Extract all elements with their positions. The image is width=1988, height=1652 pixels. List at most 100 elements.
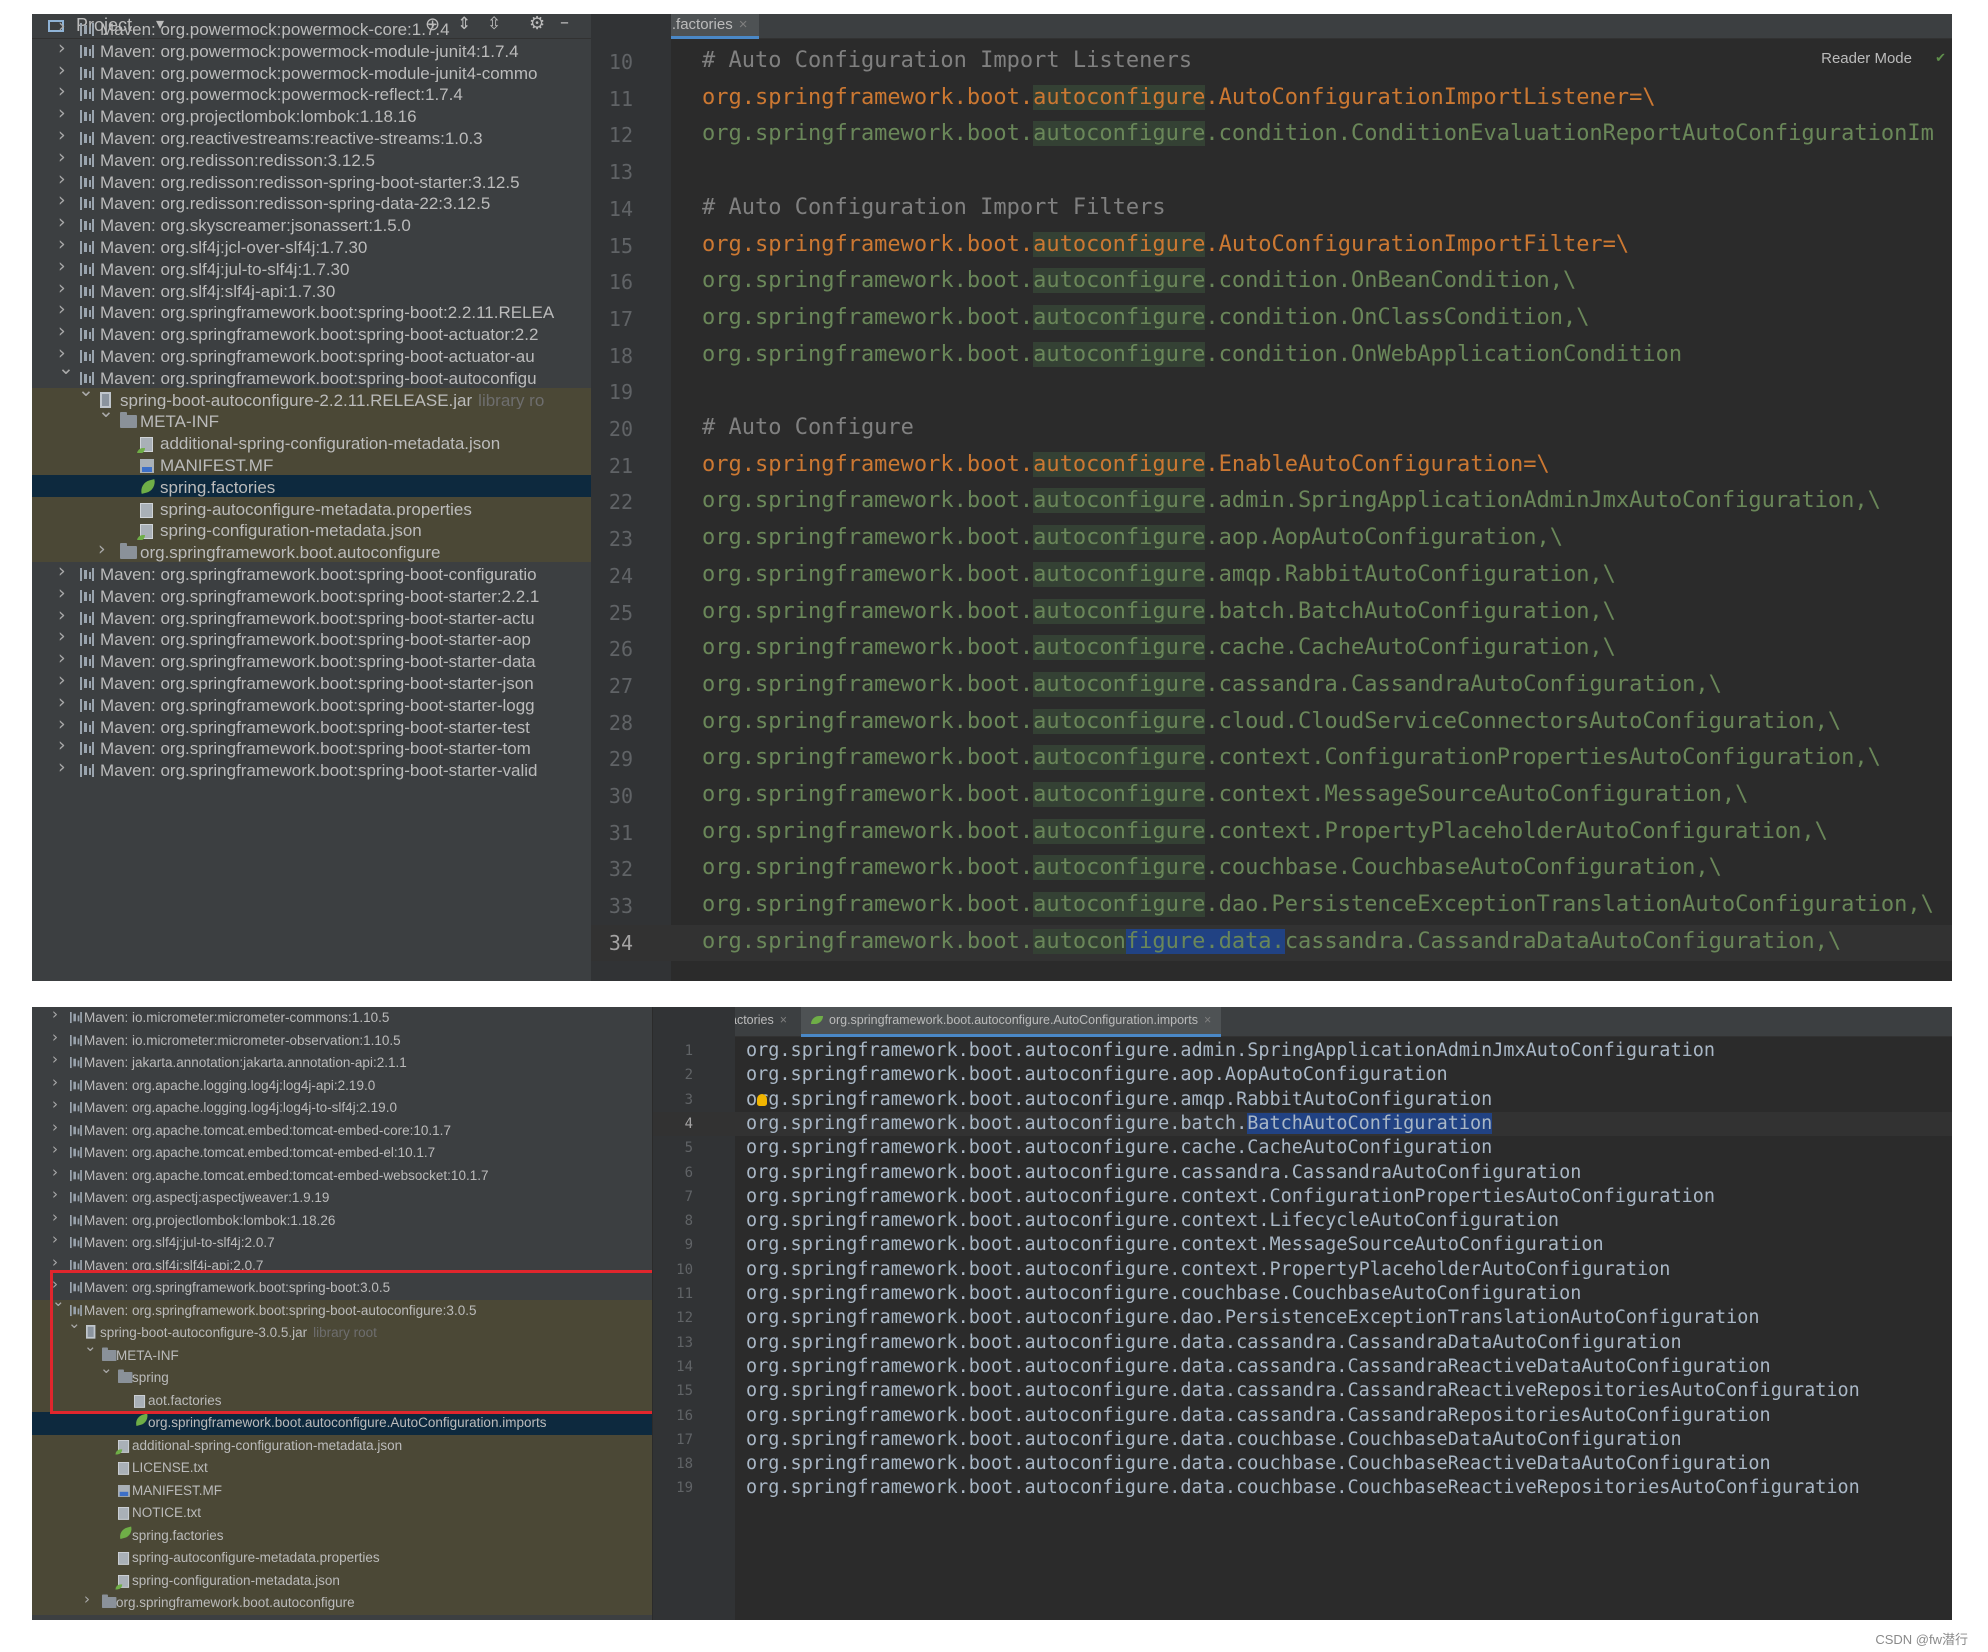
lightbulb-icon[interactable]	[757, 1094, 767, 1106]
tree-row[interactable]: NOTICE.txt	[32, 1502, 652, 1525]
project-tree[interactable]: › Maven: io.micrometer:micrometer-commons…	[32, 1007, 652, 1620]
code-line[interactable]: org.springframework.boot.autoconfigure.c…	[702, 708, 1841, 734]
chevron-down-icon[interactable]: ⌄	[98, 409, 114, 422]
tree-row[interactable]: › Maven: org.slf4j:jul-to-slf4j:2.0.7	[32, 1232, 652, 1255]
code-line[interactable]: org.springframework.boot.autoconfigure.c…	[746, 1234, 1604, 1255]
tree-row[interactable]: › Maven: org.springframework.boot:spring-…	[32, 715, 591, 737]
tree-row[interactable]: additional-spring-configuration-metadata…	[32, 1435, 652, 1458]
reader-mode-toggle[interactable]: Reader Mode	[1821, 50, 1912, 67]
code-line[interactable]: org.springframework.boot.autoconfigure.a…	[746, 1089, 1492, 1110]
chevron-right-icon[interactable]: ›	[58, 627, 66, 647]
tab-autoconfiguration-imports[interactable]: org.springframework.boot.autoconfigure.A…	[801, 1007, 1222, 1037]
tree-row[interactable]: › Maven: org.redisson:redisson-spring-dat…	[32, 191, 591, 213]
code-line[interactable]: org.springframework.boot.autoconfigure.c…	[702, 121, 1934, 147]
tree-row[interactable]: › Maven: org.apache.logging.log4j:log4j-t…	[32, 1097, 652, 1120]
tree-row[interactable]: › Maven: org.springframework.boot:spring-…	[32, 736, 591, 758]
code-line[interactable]: org.springframework.boot.autoconfigure.c…	[702, 268, 1576, 294]
code-line[interactable]: org.springframework.boot.autoconfigure.b…	[702, 598, 1616, 624]
tree-row[interactable]: › Maven: org.projectlombok:lombok:1.18.16	[32, 104, 591, 126]
chevron-right-icon[interactable]: ›	[58, 235, 66, 255]
code-line[interactable]: org.springframework.boot.autoconfigure.d…	[746, 1307, 1760, 1328]
tree-row[interactable]: › Maven: org.springframework.boot:spring-…	[32, 344, 591, 366]
project-tree[interactable]: Project ▾ ⊕ ⇕ ⇳ ⚙ – › Maven: org.powermoc…	[32, 14, 591, 981]
code-line[interactable]: org.springframework.boot.autoconfigure.a…	[702, 561, 1616, 587]
code-line[interactable]: org.springframework.boot.autoconfigure.d…	[746, 1477, 1860, 1498]
chevron-right-icon[interactable]: ›	[52, 1030, 58, 1046]
code-line[interactable]: org.springframework.boot.autoconfigure.c…	[702, 635, 1616, 661]
chevron-right-icon[interactable]: ›	[58, 693, 66, 713]
tree-row[interactable]: › Maven: org.apache.tomcat.embed:tomcat-e…	[32, 1165, 652, 1188]
chevron-right-icon[interactable]: ›	[58, 148, 66, 168]
chevron-right-icon[interactable]: ›	[52, 1232, 58, 1248]
chevron-right-icon[interactable]: ›	[52, 1007, 58, 1023]
chevron-right-icon[interactable]: ›	[58, 606, 66, 626]
tree-row[interactable]: spring.factories	[32, 1525, 652, 1548]
tree-row[interactable]: › Maven: org.slf4j:jcl-over-slf4j:1.7.30	[32, 235, 591, 257]
tree-row[interactable]: ⌄ Maven: org.springframework.boot:spring-…	[32, 366, 591, 388]
tree-row[interactable]: › Maven: org.redisson:redisson-spring-boo…	[32, 170, 591, 192]
code-line[interactable]: org.springframework.boot.autoconfigure.A…	[702, 84, 1656, 110]
code-line[interactable]: org.springframework.boot.autoconfigure.d…	[702, 928, 1841, 954]
chevron-right-icon[interactable]: ›	[84, 1592, 90, 1608]
chevron-right-icon[interactable]: ›	[58, 758, 66, 778]
tree-row[interactable]: › Maven: org.powermock:powermock-module-j…	[32, 61, 591, 83]
close-icon[interactable]: ×	[1204, 1013, 1211, 1027]
chevron-right-icon[interactable]: ›	[58, 649, 66, 669]
code-editor[interactable]: spring.factories× org.springframework.bo…	[653, 1007, 1952, 1620]
code-line[interactable]: org.springframework.boot.autoconfigure.c…	[702, 304, 1589, 330]
tree-row[interactable]: › Maven: org.aspectj:aspectjweaver:1.9.19	[32, 1187, 652, 1210]
code-line[interactable]: org.springframework.boot.autoconfigure.c…	[746, 1259, 1670, 1280]
code-line[interactable]: org.springframework.boot.autoconfigure.c…	[702, 855, 1722, 881]
code-line[interactable]: org.springframework.boot.autoconfigure.c…	[746, 1162, 1581, 1183]
tree-row[interactable]: › Maven: org.reactivestreams:reactive-str…	[32, 126, 591, 148]
tree-row[interactable]: › Maven: org.springframework.boot:spring-…	[32, 322, 591, 344]
code-line[interactable]: org.springframework.boot.autoconfigure.a…	[702, 525, 1563, 551]
chevron-right-icon[interactable]: ›	[58, 104, 66, 124]
chevron-right-icon[interactable]: ›	[52, 1187, 58, 1203]
tree-row[interactable]: › Maven: org.skyscreamer:jsonassert:1.5.0	[32, 213, 591, 235]
tree-row[interactable]: › Maven: org.springframework.boot:spring-…	[32, 649, 591, 671]
tree-row[interactable]: additional-spring-configuration-metadata…	[32, 431, 591, 453]
tree-row[interactable]: › Maven: org.springframework.boot:spring-…	[32, 671, 591, 693]
code-line[interactable]: org.springframework.boot.autoconfigure.d…	[702, 892, 1934, 918]
chevron-right-icon[interactable]: ›	[52, 1165, 58, 1181]
code-line[interactable]: org.springframework.boot.autoconfigure.d…	[746, 1405, 1771, 1426]
code-line[interactable]: org.springframework.boot.autoconfigure.c…	[702, 671, 1722, 697]
chevron-right-icon[interactable]: ›	[58, 39, 66, 59]
tree-row[interactable]: › Maven: org.springframework.boot:spring-…	[32, 562, 591, 584]
chevron-right-icon[interactable]: ›	[58, 126, 66, 146]
chevron-right-icon[interactable]: ›	[58, 170, 66, 190]
tree-row[interactable]: spring-configuration-metadata.json	[32, 518, 591, 541]
code-line[interactable]: org.springframework.boot.autoconfigure.a…	[746, 1040, 1715, 1061]
chevron-right-icon[interactable]: ›	[52, 1210, 58, 1226]
chevron-right-icon[interactable]: ›	[52, 1052, 58, 1068]
tree-row[interactable]: › Maven: org.powermock:powermock-core:1.7…	[32, 17, 591, 39]
code-line[interactable]: org.springframework.boot.autoconfigure.a…	[746, 1064, 1448, 1085]
tree-row[interactable]: › Maven: org.apache.logging.log4j:log4j-a…	[32, 1075, 652, 1098]
chevron-right-icon[interactable]: ›	[58, 562, 66, 582]
code-line[interactable]: org.springframework.boot.autoconfigure.E…	[702, 451, 1550, 477]
code-line[interactable]: org.springframework.boot.autoconfigure.c…	[746, 1186, 1715, 1207]
code-line[interactable]: # Auto Configure	[702, 415, 914, 440]
tree-row[interactable]: › Maven: org.springframework.boot:spring-…	[32, 584, 591, 606]
chevron-right-icon[interactable]: ›	[58, 61, 66, 81]
chevron-right-icon[interactable]: ›	[58, 715, 66, 735]
tree-row[interactable]: › Maven: org.powermock:powermock-reflect:…	[32, 82, 591, 104]
code-line[interactable]: org.springframework.boot.autoconfigure.c…	[702, 818, 1828, 844]
chevron-right-icon[interactable]: ›	[58, 213, 66, 233]
code-line[interactable]: org.springframework.boot.autoconfigure.c…	[702, 745, 1881, 771]
code-line[interactable]: org.springframework.boot.autoconfigure.c…	[746, 1210, 1559, 1231]
tree-row[interactable]: › Maven: org.projectlombok:lombok:1.18.26	[32, 1210, 652, 1233]
chevron-right-icon[interactable]: ›	[58, 300, 66, 320]
tree-row[interactable]: › Maven: org.redisson:redisson:3.12.5	[32, 148, 591, 170]
code-editor[interactable]: spring.factories × 10 # Auto Configuration…	[591, 14, 1952, 981]
tree-row[interactable]: › Maven: jakarta.annotation:jakarta.annot…	[32, 1052, 652, 1075]
chevron-right-icon[interactable]: ›	[58, 736, 66, 756]
chevron-right-icon[interactable]: ›	[58, 17, 66, 37]
code-line[interactable]: org.springframework.boot.autoconfigure.d…	[746, 1380, 1860, 1401]
chevron-right-icon[interactable]: ›	[52, 1097, 58, 1113]
chevron-right-icon[interactable]: ›	[58, 279, 66, 299]
tree-row[interactable]: spring-configuration-metadata.json	[32, 1570, 652, 1593]
tree-row[interactable]: › org.springframework.boot.autoconfigure	[32, 1592, 652, 1615]
code-line[interactable]: org.springframework.boot.autoconfigure.c…	[702, 341, 1682, 367]
